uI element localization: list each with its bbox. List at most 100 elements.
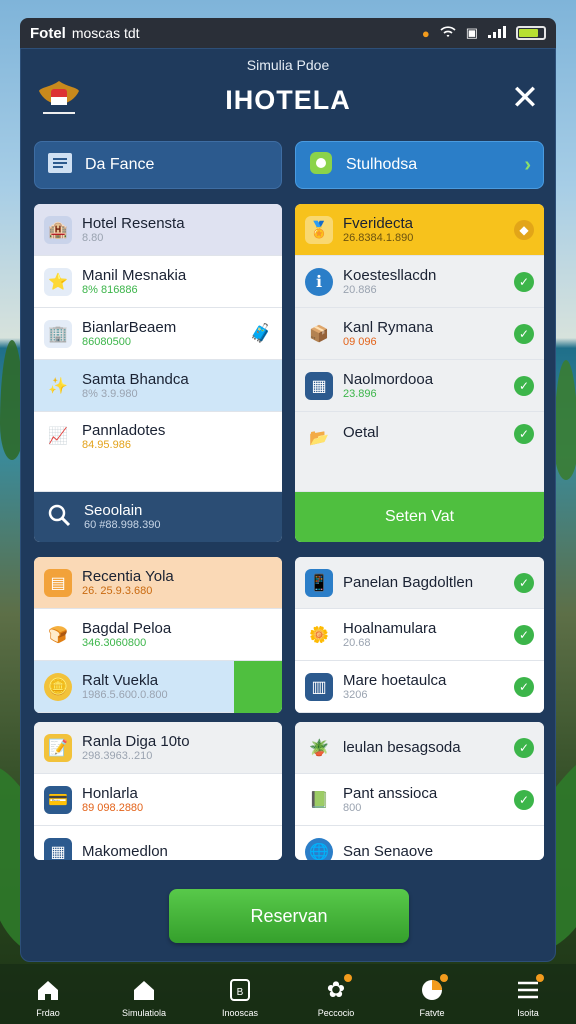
list-item-selected[interactable]: 🪙 Ralt Vuekla 1986.5.600.0.800: [34, 661, 282, 713]
list-icon: [47, 152, 73, 179]
status-carrier: moscas tdt: [71, 25, 140, 41]
list-item-selected[interactable]: ✨ Samta Bhandca 8% 3.9.980: [34, 360, 282, 412]
search-value: 60 #88.998.390: [84, 519, 161, 532]
item-name: BianlarBeaem: [82, 318, 177, 336]
item-name: Koestesllacdn: [343, 266, 437, 284]
recent-list-card: ▤ Recentia Yola 26. 25.9.3.680 🍞 Bagdal P…: [34, 557, 282, 713]
item-name: Oetal: [343, 424, 379, 441]
item-name: Mare hoetaulca: [343, 671, 447, 689]
tab-menu[interactable]: Isoita: [493, 974, 563, 1018]
item-name: Recentia Yola: [82, 567, 174, 585]
list-item[interactable]: 📂 Oetal ✓: [295, 412, 544, 492]
item-name: Pannladotes: [82, 422, 166, 439]
check-icon: ✓: [514, 624, 534, 645]
medal-icon: 🏅: [305, 215, 333, 244]
list-item[interactable]: 📱 Panelan Bagdoltlen ✓: [295, 557, 544, 609]
coin-icon: 🪙: [44, 672, 72, 701]
tab-label: Fatvte: [419, 1008, 445, 1018]
item-name: Makomedlon: [82, 842, 168, 860]
alarm-icon: ●: [421, 25, 430, 41]
bread-icon: 🍞: [48, 626, 68, 644]
tab-label: Inooscas: [221, 1008, 259, 1018]
item-value: 20.886: [343, 283, 377, 296]
item-value: 84.95.986: [82, 439, 131, 452]
tab-favorites[interactable]: Fatvte: [397, 974, 467, 1018]
list-item[interactable]: 🌐 San Senaove: [295, 826, 544, 860]
tab-simulation[interactable]: Simulatiola: [109, 976, 179, 1018]
check-icon: ✓: [514, 271, 534, 292]
list-item[interactable]: 🌼 Hoalnamulara 20.68 ✓: [295, 609, 544, 661]
tab-offers[interactable]: ✿ Peccocio: [301, 974, 371, 1018]
tab-label: Isoita: [517, 1008, 539, 1018]
item-value: 86080500: [82, 335, 131, 348]
item-name: Pant anssioca: [343, 784, 438, 802]
tab-label: Peccocio: [317, 1008, 355, 1018]
list-item[interactable]: 💳 Honlarla 89 098.2880: [34, 774, 282, 826]
list-item[interactable]: 🏨 Hotel Resensta 8.80: [34, 204, 282, 256]
check-icon: ✓: [514, 789, 534, 810]
list-item[interactable]: 📦 Kanl Rymana 09 096 ✓: [295, 308, 544, 360]
list-item[interactable]: 🪴 leulan besagsoda ✓: [295, 722, 544, 774]
window-icon: ▥: [305, 672, 333, 701]
filter-button[interactable]: Da Fance: [34, 141, 282, 189]
house-icon: [130, 976, 158, 1004]
list-item[interactable]: ▤ Recentia Yola 26. 25.9.3.680: [34, 557, 282, 609]
close-icon[interactable]: ✕: [509, 81, 541, 115]
signal-icon: [488, 25, 506, 41]
list-item[interactable]: ▥ Mare hoetaulca 3206 ✓: [295, 661, 544, 713]
document-icon: ▤: [44, 568, 72, 597]
item-value: 8% 3.9.980: [82, 387, 138, 400]
item-value: 8.80: [82, 231, 104, 244]
plant-icon: 🪴: [309, 739, 329, 757]
notification-icon: ▣: [465, 25, 478, 40]
search-row[interactable]: Seoolain 60 #88.998.390: [34, 492, 282, 542]
item-value: 20.68: [343, 636, 371, 649]
card-icon: 💳: [44, 785, 72, 814]
tab-label: Simulatiola: [121, 1008, 167, 1018]
item-value: 346.3060800: [82, 636, 147, 649]
app-title: IHOTELA: [225, 85, 351, 115]
item-name: Hotel Resensta: [82, 214, 185, 232]
select-button[interactable]: Seten Vat: [295, 492, 544, 542]
notes-icon: 📝: [44, 733, 72, 762]
calendar-icon: ▦: [44, 837, 72, 860]
list-item[interactable]: ▦ Makomedlon: [34, 826, 282, 860]
studio-button-label: Stulhodsa: [346, 156, 418, 173]
studio-button[interactable]: Stulhodsa ›: [295, 141, 544, 189]
flower-icon: 🌼: [309, 626, 329, 644]
filter-button-label: Da Fance: [85, 156, 155, 173]
status-brand: Fotel: [30, 24, 66, 42]
service-list-card: 🪴 leulan besagsoda ✓ 📗 Pant anssioca 800 …: [295, 722, 544, 860]
list-item[interactable]: ℹ Koestesllacdn 20.886 ✓: [295, 256, 544, 308]
svg-text:B: B: [237, 987, 244, 998]
list-item[interactable]: 🏅 Fveridecta 26.8384.1.890 ◆: [295, 204, 544, 256]
hotel-icon: 🏨: [44, 215, 72, 244]
item-name: Panelan Bagdoltlen: [343, 573, 474, 591]
check-icon: ✓: [514, 572, 534, 593]
list-item[interactable]: 🏢 BianlarBeaem 86080500 🧳: [34, 308, 282, 360]
item-name: leulan besagsoda: [343, 738, 461, 756]
list-item[interactable]: ▦ Naolmordooa 23.896 ✓: [295, 360, 544, 412]
item-value: 26. 25.9.3.680: [82, 584, 153, 597]
item-value: 1986.5.600.0.800: [82, 688, 168, 701]
folder-icon: 📂: [309, 430, 329, 447]
status-bar: Fotel moscas tdt ● ▣: [20, 18, 556, 48]
pie-icon: [418, 974, 448, 1004]
tab-bookings[interactable]: B Inooscas: [205, 976, 275, 1018]
list-item[interactable]: ⭐ Manil Mesnakia 8% 816886: [34, 256, 282, 308]
tab-label: Frdao: [36, 1008, 60, 1018]
list-item[interactable]: 📈 Pannladotes 84.95.986: [34, 412, 282, 492]
item-name: Manil Mesnakia: [82, 266, 187, 284]
tab-home[interactable]: Frdao: [13, 976, 83, 1018]
reserve-button[interactable]: Reservan: [169, 889, 409, 943]
luggage-icon: 🧳: [249, 323, 272, 343]
search-icon: [46, 502, 72, 533]
check-icon: ◆: [514, 219, 534, 240]
hotel-panel: Simulia Pdoe IHOTELA ✕ Da Fance Stulhods…: [20, 48, 556, 962]
list-item[interactable]: 📗 Pant anssioca 800 ✓: [295, 774, 544, 826]
list-item[interactable]: 🍞 Bagdal Peloa 346.3060800: [34, 609, 282, 661]
list-item[interactable]: 📝 Ranla Diga 10to 298.3963..210: [34, 722, 282, 774]
box-icon: 📦: [309, 325, 329, 343]
item-name: Naolmordooa: [343, 370, 434, 388]
item-name: Fveridecta: [343, 214, 414, 232]
